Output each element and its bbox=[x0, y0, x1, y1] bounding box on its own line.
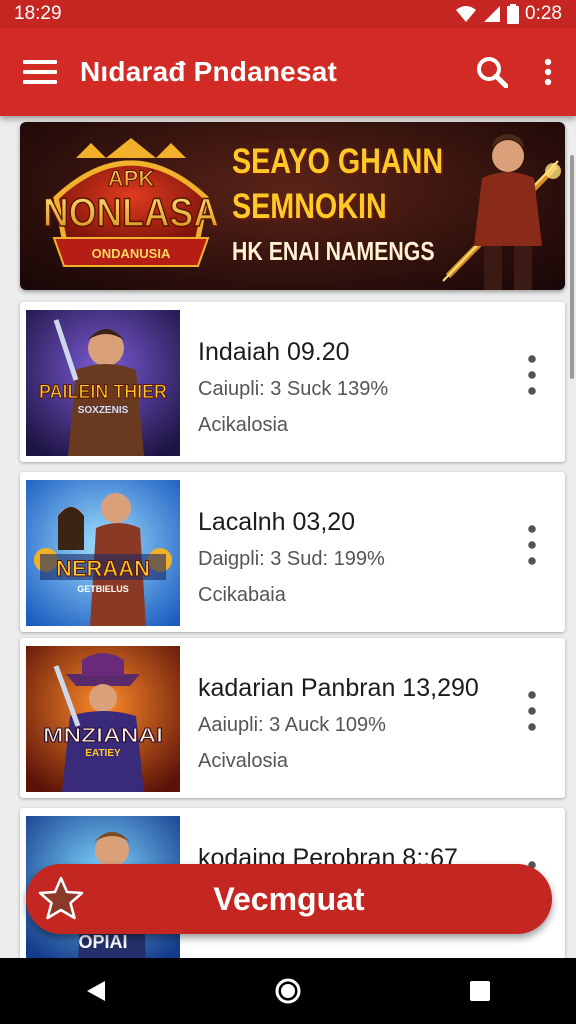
thumbnail-subtitle: EATIEY bbox=[85, 748, 121, 759]
app-bar: Nıdarađ Pndanesat bbox=[0, 28, 576, 116]
item-subtitle: Ccikabaia bbox=[198, 584, 286, 606]
wifi-icon bbox=[456, 6, 477, 22]
content-list[interactable]: APK NONLASA ONDANUSIA SEAYO GHANN SEMNOK… bbox=[0, 116, 576, 958]
favorite-button-label: Vecmguat bbox=[213, 881, 365, 917]
banner-hero-illustration bbox=[442, 134, 561, 290]
item-title: Lacalnh 03,20 bbox=[198, 508, 356, 536]
nav-back-button[interactable] bbox=[56, 958, 136, 1024]
item-meta: Daigpli: 3 Sud: 199% bbox=[198, 548, 385, 570]
list-item[interactable]: MNZIANAI EATIEY kadarian Panbran 13,290 … bbox=[20, 638, 565, 798]
scrollbar[interactable] bbox=[570, 155, 574, 379]
item-title: kadarian Panbran 13,290 bbox=[198, 674, 479, 702]
item-overflow-button[interactable] bbox=[517, 686, 547, 736]
banner-headline-2: SEMNOKIN bbox=[232, 187, 387, 226]
item-subtitle: Acivalosia bbox=[198, 750, 289, 772]
battery-icon bbox=[507, 4, 520, 24]
banner-subline: ΗΚ ΕΝΑΙ ΝΑΜΕΝGS bbox=[232, 236, 435, 266]
item-meta: Aaiupli: 3 Auck 109% bbox=[198, 714, 386, 736]
status-bar: 18:29 0:28 bbox=[0, 0, 576, 28]
thumbnail-title: OPIAI bbox=[78, 932, 127, 952]
game-thumbnail: MNZIANAI EATIEY bbox=[26, 646, 180, 792]
home-circle-icon bbox=[275, 978, 301, 1004]
status-battery-time: 0:28 bbox=[525, 3, 562, 24]
favorite-button[interactable]: Vecmguat bbox=[26, 864, 552, 934]
thumbnail-title: NERAAN bbox=[56, 556, 150, 581]
item-overflow-button[interactable] bbox=[517, 520, 547, 570]
status-time: 18:29 bbox=[14, 3, 62, 24]
thumbnail-subtitle: GETBIELUS bbox=[77, 584, 129, 594]
item-subtitle: Acikalosia bbox=[198, 414, 289, 436]
more-vert-icon bbox=[528, 355, 536, 395]
nav-recents-button[interactable] bbox=[440, 958, 520, 1024]
list-item[interactable]: PAILEIN THIER SOXZENIS Indaiah 09.20 Cai… bbox=[20, 302, 565, 462]
system-nav-bar bbox=[0, 958, 576, 1024]
recents-square-icon bbox=[470, 981, 490, 1001]
more-vert-icon bbox=[528, 525, 536, 565]
promo-banner[interactable]: APK NONLASA ONDANUSIA SEAYO GHANN SEMNOK… bbox=[20, 122, 565, 290]
game-thumbnail: PAILEIN THIER SOXZENIS bbox=[26, 310, 180, 456]
game-thumbnail: NERAAN GETBIELUS bbox=[26, 480, 180, 626]
more-vert-icon bbox=[544, 58, 552, 86]
more-vert-icon bbox=[528, 691, 536, 731]
logo-ribbon-text: ONDANUSIA bbox=[92, 246, 171, 261]
signal-icon bbox=[484, 6, 501, 22]
logo-top-text: APK bbox=[108, 166, 155, 191]
app-title: Nıdarađ Pndanesat bbox=[80, 56, 338, 87]
item-meta: Caiupli: 3 Suck 139% bbox=[198, 378, 389, 400]
nav-home-button[interactable] bbox=[248, 958, 328, 1024]
list-item[interactable]: NERAAN GETBIELUS Lacalnh 03,20 Daigpli: … bbox=[20, 472, 565, 632]
apk-logo-badge: APK NONLASA ONDANUSIA bbox=[42, 138, 220, 267]
thumbnail-title: MNZIANAI bbox=[43, 725, 163, 747]
menu-button[interactable] bbox=[0, 28, 80, 116]
thumbnail-title: PAILEIN THIER bbox=[39, 382, 167, 403]
search-icon bbox=[477, 57, 508, 88]
thumbnail-subtitle: SOXZENIS bbox=[78, 405, 129, 416]
search-button[interactable] bbox=[464, 28, 520, 116]
back-triangle-icon bbox=[87, 981, 105, 1001]
overflow-menu-button[interactable] bbox=[520, 28, 576, 116]
item-overflow-button[interactable] bbox=[517, 350, 547, 400]
status-icons: 0:28 bbox=[455, 3, 562, 25]
logo-main-text: NONLASA bbox=[43, 191, 219, 235]
banner-headline-1: SEAYO GHANN bbox=[232, 142, 444, 181]
hamburger-menu-icon bbox=[23, 60, 57, 84]
item-title: Indaiah 09.20 bbox=[198, 338, 350, 366]
